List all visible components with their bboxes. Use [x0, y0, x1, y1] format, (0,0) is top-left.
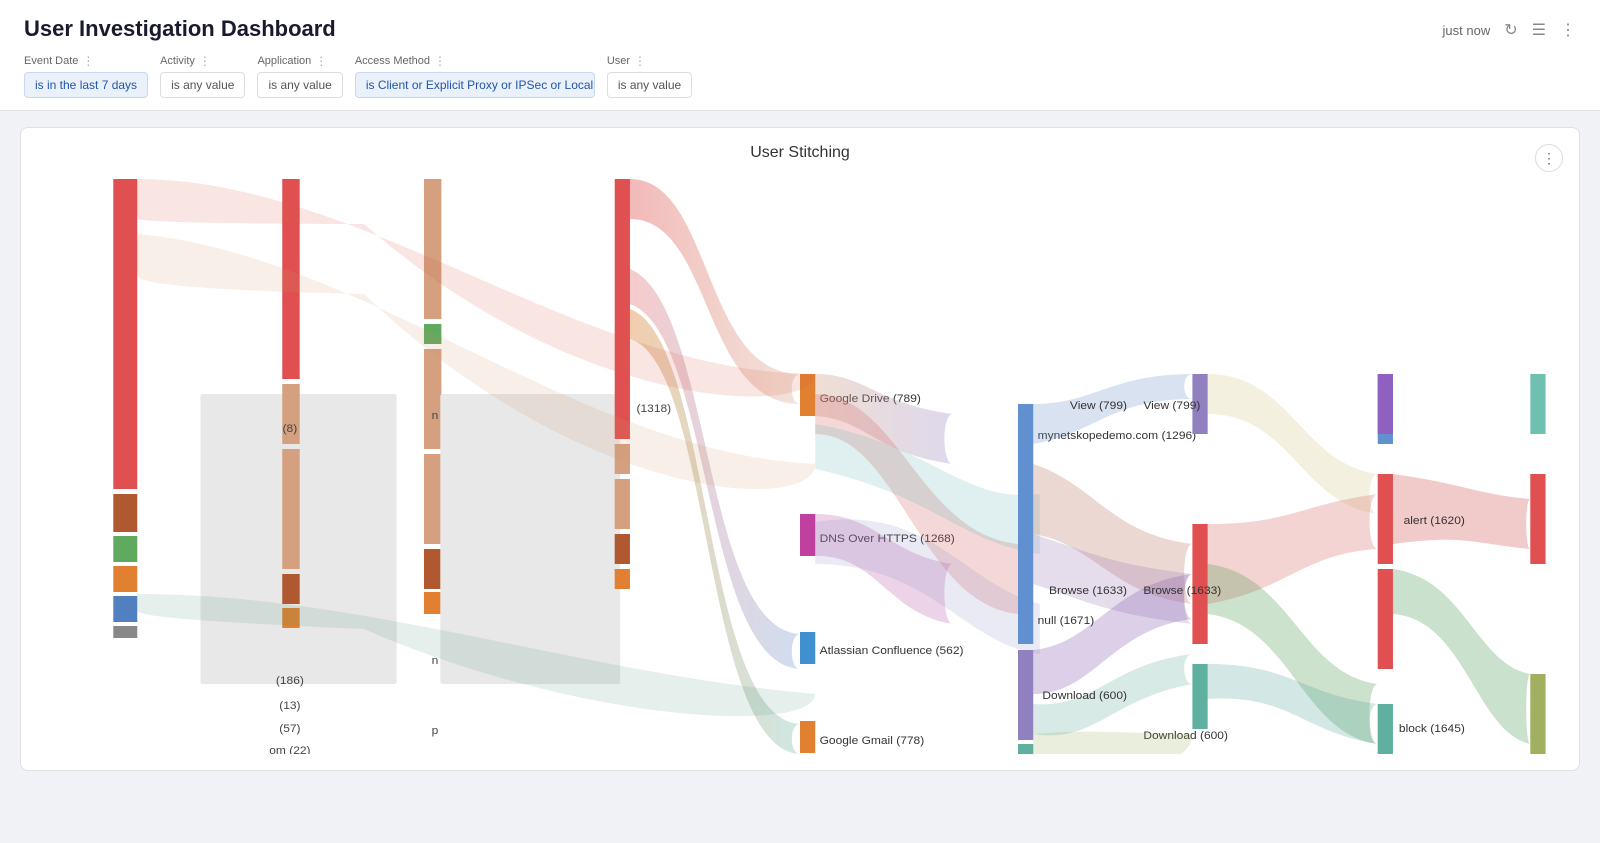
- top-right-controls: just now ↻ ☰ ⋮: [1443, 20, 1576, 40]
- node-right-alert: [1378, 474, 1393, 564]
- node-domain-null: [1018, 650, 1033, 740]
- node-right-purple: [1378, 374, 1393, 434]
- node-col1-orange: [113, 566, 137, 592]
- node-app-dns: [800, 514, 815, 556]
- col2-label5: om (22): [269, 745, 310, 754]
- filter-pill-application[interactable]: is any value: [257, 72, 342, 98]
- label-view-act: View (799): [1070, 400, 1127, 411]
- more-icon[interactable]: ⋮: [1560, 20, 1576, 40]
- filter-label-event-date: Event Date ⋮: [24, 54, 148, 68]
- flow-to-block: [1393, 569, 1530, 744]
- node-col2-brown: [282, 574, 299, 604]
- filter-event-date: Event Date ⋮ is in the last 7 days: [24, 54, 148, 98]
- filter-label-application: Application ⋮: [257, 54, 342, 68]
- filter-pill-user[interactable]: is any value: [607, 72, 692, 98]
- card-title-row: User Stitching ⋮: [37, 144, 1563, 162]
- filter-label-access-method: Access Method ⋮: [355, 54, 595, 68]
- label-download-act: Download (600): [1042, 690, 1127, 701]
- filter-icon[interactable]: ☰: [1532, 20, 1546, 40]
- label-atlassian: Atlassian Confluence (562): [820, 645, 964, 656]
- flow-to-alert: [1393, 474, 1530, 549]
- node-col3-peach3: [424, 454, 441, 544]
- node-right-browse: [1378, 569, 1393, 669]
- col2-label2: (186): [276, 675, 304, 686]
- node-col4-red: [615, 179, 630, 439]
- label-block-outcome: block (1645): [1399, 723, 1465, 734]
- col2-label3: (13): [279, 700, 300, 711]
- node-col4-orange: [615, 569, 630, 589]
- label-browse-right: Browse (1633): [1143, 585, 1221, 596]
- node-right-download: [1378, 704, 1393, 754]
- sankey-diagram: (8) (186) (13) (57) om (22) n n p: [37, 174, 1563, 754]
- node-col1-gray: [113, 626, 137, 638]
- node-act-browse: [1192, 524, 1207, 644]
- node-col3-orange: [424, 592, 441, 614]
- filter-label-user: User ⋮: [607, 54, 692, 68]
- refresh-icon[interactable]: ↻: [1504, 20, 1517, 40]
- filter-label-activity: Activity ⋮: [160, 54, 245, 68]
- node-outcome-block: [1530, 674, 1545, 754]
- col3-label3: p: [432, 725, 439, 736]
- header: User Investigation Dashboard Event Date …: [0, 0, 1600, 111]
- label-browse-act: Browse (1633): [1049, 585, 1127, 596]
- filter-access-method: Access Method ⋮ is Client or Explicit Pr…: [355, 54, 595, 98]
- node-col1-brown: [113, 494, 137, 532]
- node-col4-peach2: [615, 479, 630, 529]
- filter-user: User ⋮ is any value: [607, 54, 692, 98]
- node-act-download: [1192, 664, 1207, 729]
- col2-label4: (57): [279, 723, 300, 734]
- node-app-atlassian: [800, 632, 815, 664]
- filter-activity: Activity ⋮ is any value: [160, 54, 245, 98]
- flow-bg-olive: [1032, 732, 1193, 754]
- node-col3-peach: [424, 179, 441, 319]
- flow-download-block: [1208, 664, 1378, 744]
- node-col4-brown: [615, 534, 630, 564]
- node-app-gmail: [800, 721, 815, 753]
- node-col1-green: [113, 536, 137, 562]
- node-col1-red: [113, 179, 137, 489]
- timestamp: just now: [1443, 23, 1491, 38]
- node-col1-blue: [113, 596, 137, 622]
- card-menu-button[interactable]: ⋮: [1535, 144, 1563, 172]
- label-gmail: Google Gmail (778): [820, 735, 925, 746]
- node-domain-mynetskope: [1018, 404, 1033, 644]
- filter-pill-event-date[interactable]: is in the last 7 days: [24, 72, 148, 98]
- flow-view-alert: [1208, 374, 1378, 514]
- label-view-right: View (799): [1143, 400, 1200, 411]
- node-outcome-teal: [1530, 374, 1545, 434]
- node-col3-peach2: [424, 349, 441, 449]
- col3-label1: n: [432, 410, 439, 421]
- filter-application: Application ⋮ is any value: [257, 54, 342, 98]
- page-title: User Investigation Dashboard: [24, 16, 1576, 42]
- node-col2-peach2: [282, 449, 299, 569]
- label-null-domain: null (1671): [1038, 615, 1095, 626]
- filters-row: Event Date ⋮ is in the last 7 days Activ…: [24, 54, 1576, 98]
- label-alert-outcome: alert (1620): [1404, 515, 1465, 526]
- col4-label1: (1318): [637, 403, 672, 414]
- node-outcome-alert: [1530, 474, 1545, 564]
- node-domain-netskope: [1018, 744, 1033, 754]
- main-content: User Stitching ⋮: [0, 111, 1600, 787]
- filter-pill-activity[interactable]: is any value: [160, 72, 245, 98]
- filter-pill-access-method[interactable]: is Client or Explicit Proxy or IPSec or …: [355, 72, 595, 98]
- node-col2-peach: [282, 384, 299, 444]
- col2-label1: (8): [283, 423, 298, 434]
- user-stitching-card: User Stitching ⋮: [20, 127, 1580, 771]
- card-title: User Stitching: [750, 144, 850, 162]
- sankey-svg: (8) (186) (13) (57) om (22) n n p: [37, 174, 1563, 754]
- node-col3-brown: [424, 549, 441, 589]
